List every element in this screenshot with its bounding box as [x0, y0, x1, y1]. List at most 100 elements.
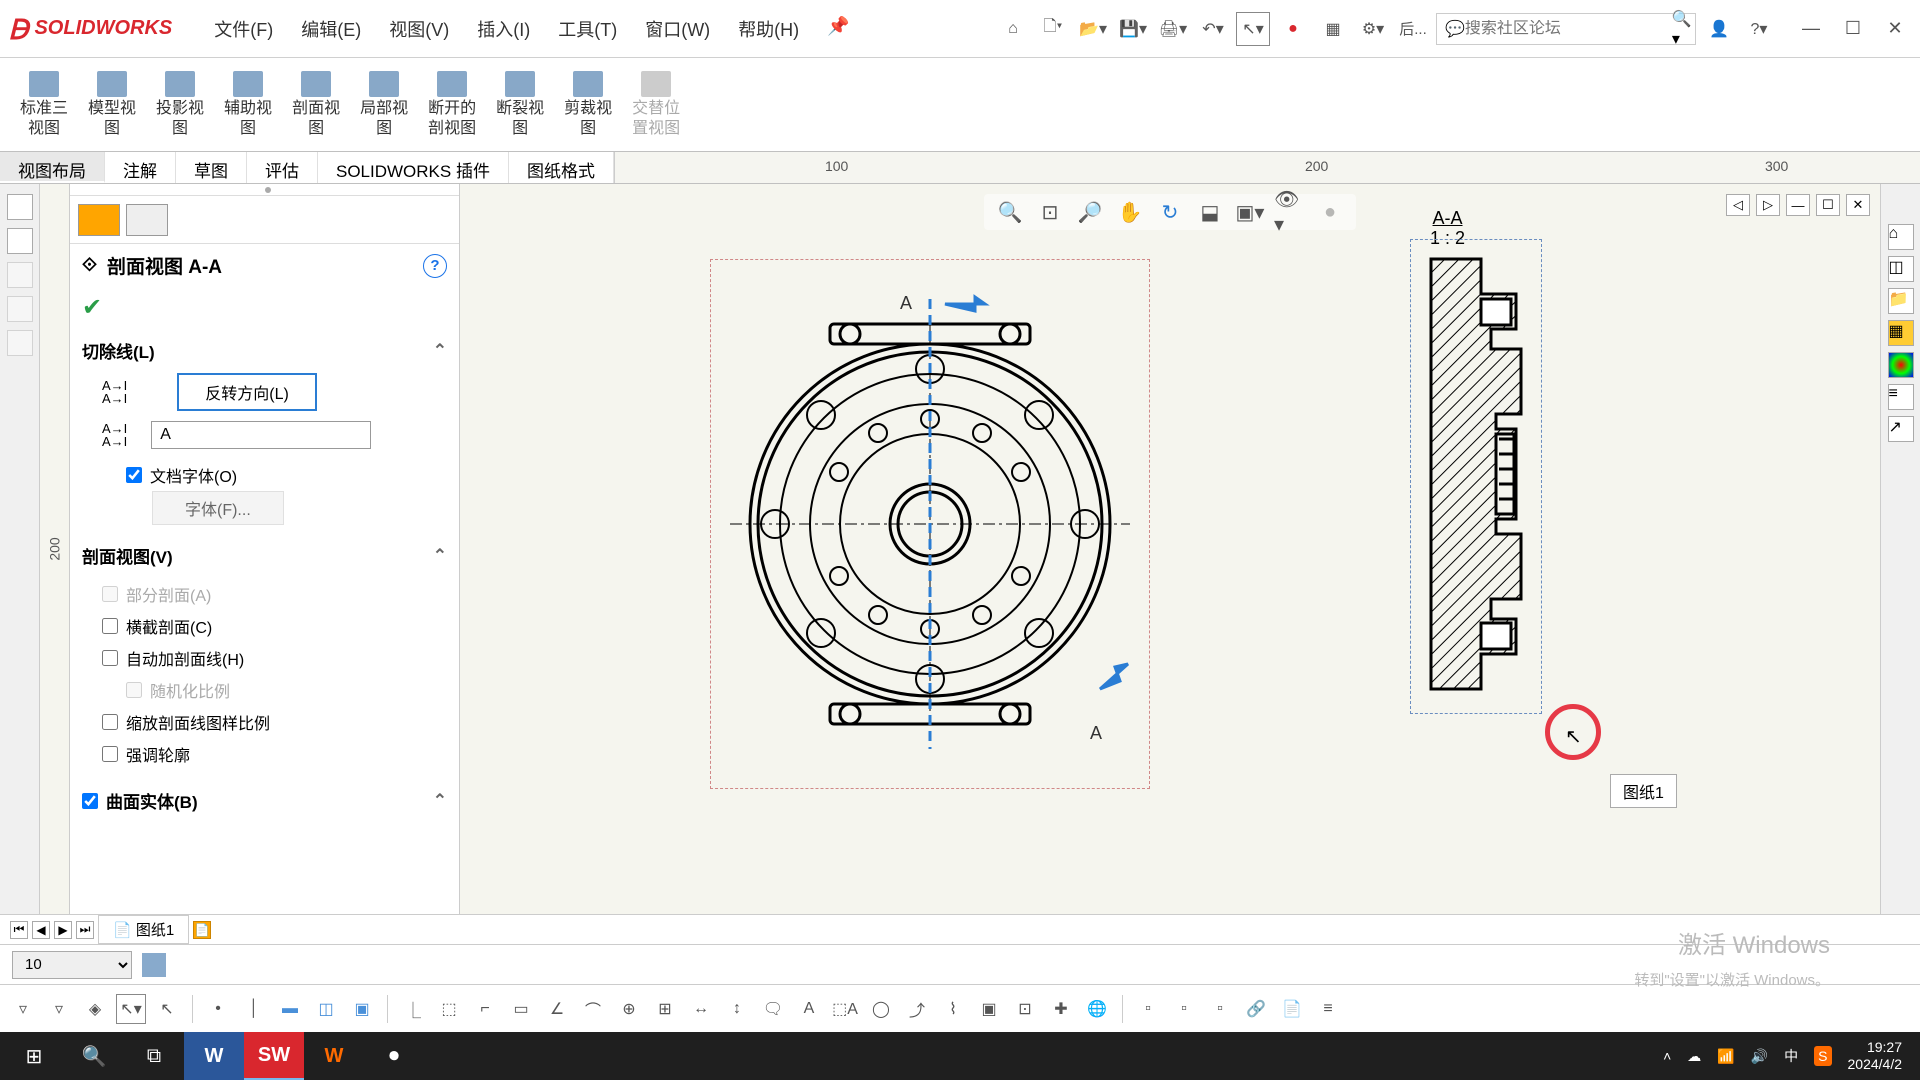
menu-edit[interactable]: 编辑(E) — [289, 10, 373, 48]
rail-dim-icon[interactable] — [7, 262, 33, 288]
taskbar-solidworks-icon[interactable]: SW — [244, 1032, 304, 1080]
ribbon-projected-view[interactable]: 投影视 图 — [146, 64, 214, 145]
sheet-add-icon[interactable]: 📄 — [193, 921, 211, 939]
options-grid-icon[interactable]: ▦ — [1316, 12, 1350, 46]
maximize-button[interactable]: ☐ — [1836, 12, 1870, 46]
bt-centermark-icon[interactable]: ✚ — [1046, 994, 1076, 1024]
rail-a-icon[interactable] — [7, 194, 33, 220]
bt-weld-icon[interactable]: ⤴ — [902, 994, 932, 1024]
sheet-next-icon[interactable]: ▶ — [54, 921, 72, 939]
taskbar-word-icon[interactable]: W — [184, 1032, 244, 1080]
bt-angle-icon[interactable]: ∠ — [542, 994, 572, 1024]
scale-hatch-checkbox[interactable] — [102, 714, 118, 730]
menu-file[interactable]: 文件(F) — [202, 10, 285, 48]
bt-layer-icon[interactable]: ◈ — [80, 994, 110, 1024]
bt-gtol-icon[interactable]: ⊡ — [1010, 994, 1040, 1024]
font-button[interactable]: 字体(F)... — [152, 491, 284, 525]
rail-list-icon[interactable]: ≡ — [1888, 384, 1914, 410]
rail-home-icon[interactable]: ⌂ — [1888, 224, 1914, 250]
flip-direction-button[interactable]: 反转方向(L) — [177, 373, 317, 411]
bt-box-icon[interactable]: ◫ — [311, 994, 341, 1024]
bt-pointer-icon[interactable]: ↖ — [152, 994, 182, 1024]
rail-cube-icon[interactable]: ◫ — [1888, 256, 1914, 282]
bt-corner-icon[interactable]: ⌐ — [470, 994, 500, 1024]
undo-icon[interactable]: ↶▾ — [1196, 12, 1230, 46]
tab-sheet-format[interactable]: 图纸格式 — [509, 152, 614, 183]
display-style-icon[interactable]: ▣▾ — [1234, 198, 1266, 226]
tab-addins[interactable]: SOLIDWORKS 插件 — [318, 152, 509, 183]
cross-section-checkbox[interactable] — [102, 618, 118, 634]
minimize-button[interactable]: — — [1794, 12, 1828, 46]
menu-help[interactable]: 帮助(H) — [726, 10, 811, 48]
menu-tools[interactable]: 工具(T) — [546, 10, 629, 48]
save-icon[interactable]: 💾▾ — [1116, 12, 1150, 46]
ribbon-standard-3view[interactable]: 标准三 视图 — [10, 64, 78, 145]
accept-button[interactable]: ✔ — [70, 287, 459, 328]
bt-dim-icon[interactable]: ↔ — [686, 994, 716, 1024]
bt-filter-icon[interactable]: ▿ — [8, 994, 38, 1024]
rail-folder-icon[interactable]: 📁 — [1888, 288, 1914, 314]
taskview-icon[interactable]: ⧉ — [124, 1032, 184, 1080]
panel-help-icon[interactable]: ? — [423, 254, 447, 278]
ribbon-break-view[interactable]: 断裂视 图 — [486, 64, 554, 145]
taskbar-wps-icon[interactable]: W — [304, 1032, 364, 1080]
bt-filter2-icon[interactable]: ▿ — [44, 994, 74, 1024]
canvas-close-icon[interactable]: ✕ — [1846, 194, 1870, 216]
rail-color-icon[interactable] — [1888, 352, 1914, 378]
emphasis-checkbox[interactable] — [102, 746, 118, 762]
rail-a2-icon[interactable] — [7, 228, 33, 254]
rail-arrow-icon[interactable]: ↗ — [1888, 416, 1914, 442]
bt-vdim-icon[interactable]: ↕ — [722, 994, 752, 1024]
home-icon[interactable]: ⌂ — [996, 12, 1030, 46]
taskbar-clock[interactable]: 19:272024/4/2 — [1848, 1039, 1903, 1073]
bt-sf-icon[interactable]: ⌇ — [938, 994, 968, 1024]
ribbon-detail-view[interactable]: 局部视 图 — [350, 64, 418, 145]
ribbon-auxiliary-view[interactable]: 辅助视 图 — [214, 64, 282, 145]
bt-block2-icon[interactable]: ▫ — [1169, 994, 1199, 1024]
bt-plane-icon[interactable]: ⬚ — [434, 994, 464, 1024]
drawing-canvas[interactable]: 🔍 ⊡ 🔎 ✋ ↻ ⬓ ▣▾ 👁▾ ● ◁ ▷ — ☐ ✕ — [460, 184, 1880, 914]
zoom-prev-icon[interactable]: 🔎 — [1074, 198, 1106, 226]
front-view[interactable]: A A — [720, 269, 1140, 779]
rotate-icon[interactable]: ↻ — [1154, 198, 1186, 226]
print-icon[interactable]: 🖨▾ — [1156, 12, 1190, 46]
panel-mode-feature-icon[interactable] — [78, 204, 120, 236]
ribbon-model-view[interactable]: 模型视 图 — [78, 64, 146, 145]
help-icon[interactable]: ?▾ — [1742, 12, 1776, 46]
close-button[interactable]: ✕ — [1878, 12, 1912, 46]
bt-grid-icon[interactable]: ⊞ — [650, 994, 680, 1024]
bt-globe-icon[interactable]: 🌐 — [1082, 994, 1112, 1024]
section-label-input[interactable] — [151, 421, 371, 449]
canvas-next-icon[interactable]: ▷ — [1756, 194, 1780, 216]
canvas-max-icon[interactable]: ☐ — [1816, 194, 1840, 216]
bt-doc-icon[interactable]: 📄 — [1277, 994, 1307, 1024]
bt-note-icon[interactable]: 🗨 — [758, 994, 788, 1024]
open-icon[interactable]: 📂▾ — [1076, 12, 1110, 46]
panel-mode-list-icon[interactable] — [126, 204, 168, 236]
section-icon[interactable]: ⬓ — [1194, 198, 1226, 226]
bt-edge-icon[interactable]: ⎿ — [398, 994, 428, 1024]
bt-arc-icon[interactable]: ⌒ — [578, 994, 608, 1024]
ribbon-broken-section[interactable]: 断开的 剖视图 — [418, 64, 486, 145]
pan-icon[interactable]: ✋ — [1114, 198, 1146, 226]
select-icon[interactable]: ↖▾ — [1236, 12, 1270, 46]
bt-target-icon[interactable]: ⊕ — [614, 994, 644, 1024]
menu-window[interactable]: 窗口(W) — [633, 10, 722, 48]
tray-ime-icon[interactable]: 中 — [1784, 1046, 1798, 1066]
tray-volume-icon[interactable]: 🔊 — [1751, 1048, 1768, 1065]
hide-show-icon[interactable]: 👁▾ — [1274, 198, 1306, 226]
bt-select-icon[interactable]: ↖▾ — [116, 994, 146, 1024]
tray-sogou-icon[interactable]: S — [1814, 1046, 1831, 1066]
sheet-first-icon[interactable]: ⏮ — [10, 921, 28, 939]
sectionview-section-header[interactable]: 剖面视图(V)⌃ — [82, 537, 447, 574]
bt-textbox-icon[interactable]: A — [794, 994, 824, 1024]
sheet-tab-1[interactable]: 📄 图纸1 — [98, 915, 189, 944]
appearance-icon[interactable]: ● — [1314, 198, 1346, 226]
rail-dim2-icon[interactable] — [7, 296, 33, 322]
canvas-prev-icon[interactable]: ◁ — [1726, 194, 1750, 216]
sheet-prev-icon[interactable]: ◀ — [32, 921, 50, 939]
zoom-fit-icon[interactable]: 🔍 — [994, 198, 1026, 226]
bt-stack-icon[interactable]: ≡ — [1313, 994, 1343, 1024]
surface-body-checkbox[interactable] — [82, 793, 98, 809]
bt-link-icon[interactable]: 🔗 — [1241, 994, 1271, 1024]
